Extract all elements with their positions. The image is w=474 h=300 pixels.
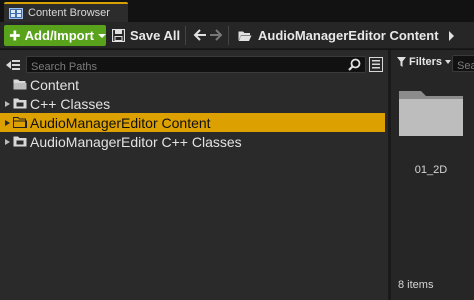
asset-search-input[interactable]	[453, 58, 474, 71]
breadcrumb-label: AudioManagerEditor Content	[258, 28, 439, 43]
forward-arrow-icon[interactable]	[209, 28, 223, 42]
asset-label: 01_2D	[414, 164, 448, 176]
collapse-sources-icon[interactable]	[5, 58, 21, 72]
search-icon[interactable]	[348, 58, 361, 71]
save-all-label: Save All	[130, 28, 181, 43]
expand-arrow-icon[interactable]	[5, 119, 10, 126]
tree-item-audiomanagereditor-content[interactable]: AudioManagerEditor Content	[0, 113, 385, 132]
tree-item-label: AudioManagerEditor Content	[30, 114, 211, 131]
expand-arrow-icon[interactable]	[5, 100, 10, 107]
sources-panel: Content C++ Classes AudioManagerEditor C…	[0, 50, 388, 300]
tree-item-cpp-classes[interactable]: C++ Classes	[0, 94, 388, 113]
folder-open-icon	[13, 117, 27, 128]
add-icon	[9, 30, 20, 41]
tree-item-content[interactable]: Content	[0, 75, 388, 94]
breadcrumb[interactable]: AudioManagerEditor Content	[238, 25, 454, 46]
save-all-button[interactable]: Save All	[112, 25, 180, 46]
toolbar-divider	[228, 26, 229, 45]
tree-item-label: AudioManagerEditor C++ Classes	[30, 133, 242, 150]
sources-search-row	[0, 54, 388, 76]
tree-item-label: Content	[30, 76, 80, 93]
tree-item-label: C++ Classes	[30, 95, 111, 112]
folder-open-icon	[238, 31, 252, 41]
tab-strip: Content Browser	[0, 0, 474, 22]
asset-tile[interactable]: 01_2D	[397, 88, 465, 184]
chevron-right-icon[interactable]	[448, 30, 454, 41]
search-paths-input[interactable]	[27, 59, 337, 75]
back-arrow-icon[interactable]	[193, 28, 207, 42]
add-import-button[interactable]: Add/Import	[4, 25, 106, 46]
class-folder-icon	[13, 136, 27, 147]
save-icon	[112, 29, 125, 42]
filter-icon	[397, 57, 406, 67]
tab-title: Content Browser	[28, 7, 110, 19]
path-tree: Content C++ Classes AudioManagerEditor C…	[0, 75, 388, 151]
folder-open-icon	[13, 79, 27, 90]
toolbar: Add/Import Save All AudioManagerEditor C…	[0, 22, 474, 49]
expand-arrow-icon[interactable]	[5, 138, 10, 145]
content-browser-icon	[9, 7, 23, 19]
asset-view-panel: Filters 01_2D 8 items	[391, 50, 474, 300]
class-folder-icon	[13, 98, 27, 109]
item-count: 8 items	[398, 279, 434, 291]
view-options-icon[interactable]	[369, 57, 383, 72]
folder-icon	[399, 91, 463, 136]
chevron-down-icon	[445, 60, 452, 64]
add-import-label: Add/Import	[24, 28, 94, 43]
chevron-down-icon	[98, 33, 106, 38]
filters-label: Filters	[409, 56, 443, 68]
tab-content-browser[interactable]: Content Browser	[4, 2, 128, 22]
search-paths-field[interactable]	[26, 56, 366, 75]
asset-search-field[interactable]	[452, 55, 474, 72]
toolbar-divider	[185, 26, 186, 45]
filters-button[interactable]: Filters	[397, 56, 452, 68]
tree-item-audiomanagereditor-cpp-classes[interactable]: AudioManagerEditor C++ Classes	[0, 132, 388, 151]
